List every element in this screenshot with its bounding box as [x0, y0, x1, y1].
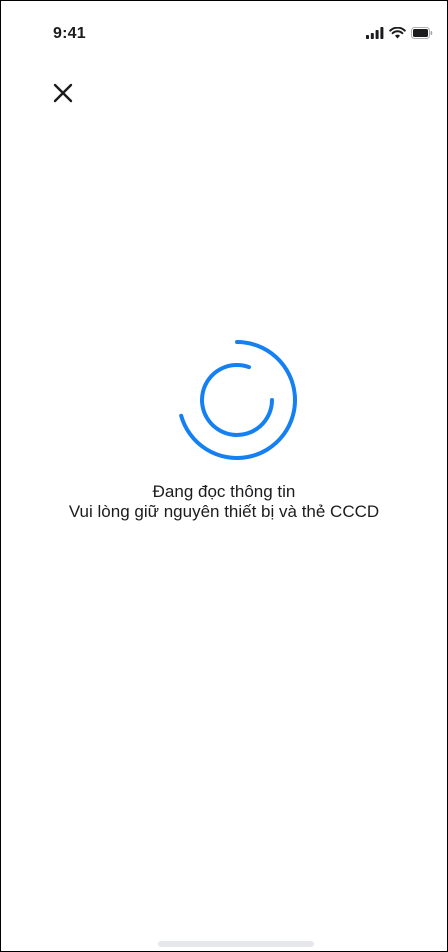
loading-message: Đang đọc thông tin Vui lòng giữ nguyên t…: [1, 482, 447, 522]
status-time: 9:41: [53, 25, 86, 42]
loading-spinner-icon: [177, 340, 297, 460]
loading-title: Đang đọc thông tin: [152, 482, 296, 501]
status-icons: [366, 26, 433, 39]
home-indicator[interactable]: [158, 941, 314, 947]
status-bar: 9:41: [1, 1, 447, 61]
battery-icon: [411, 27, 433, 39]
wifi-icon: [389, 26, 406, 39]
loading-subtitle: Vui lòng giữ nguyên thiết bị và thẻ CCCD: [68, 502, 380, 521]
close-icon: [53, 83, 73, 103]
screen: 9:41 Đang đọc thông tin Vui lòng giữ ngu…: [0, 0, 448, 952]
cellular-signal-icon: [366, 27, 384, 39]
close-button[interactable]: [49, 79, 77, 107]
